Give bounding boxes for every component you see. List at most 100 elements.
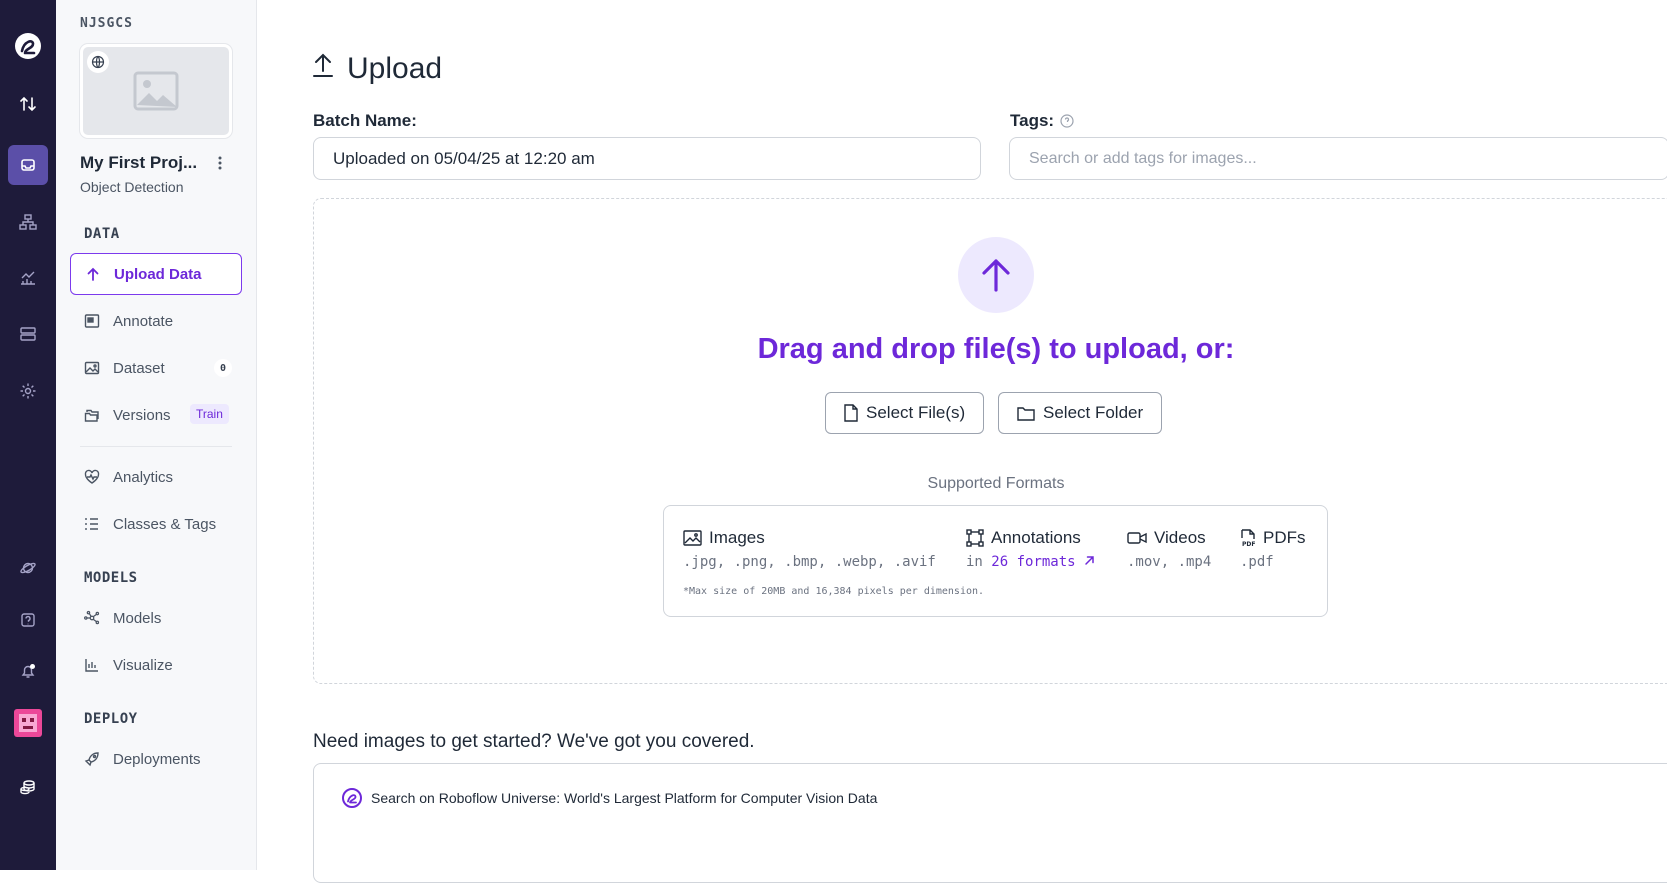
upload-arrow-icon [958, 237, 1034, 313]
nav-dataset[interactable]: Dataset 0 [70, 347, 242, 389]
format-annotations: Annotations in 26 formats [966, 528, 1095, 570]
select-folder-button[interactable]: Select Folder [998, 392, 1163, 434]
nodes-icon [84, 610, 100, 626]
project-thumbnail[interactable] [80, 44, 232, 138]
nav-label: Annotate [113, 312, 174, 330]
page-title: Upload [313, 52, 442, 86]
pdf-icon: PDF [1240, 529, 1256, 547]
page-title-text: Upload [347, 52, 443, 85]
logo-icon[interactable] [8, 26, 48, 66]
section-models: MODELS [84, 570, 138, 586]
nav-deployments[interactable]: Deployments [70, 738, 242, 780]
upload-icon [313, 52, 333, 86]
section-data: DATA [84, 226, 120, 242]
folders-icon [84, 407, 100, 423]
annotate-icon [84, 313, 100, 329]
nav-versions[interactable]: Versions Train [70, 394, 242, 436]
project-type: Object Detection [80, 179, 184, 195]
main-content: Upload Batch Name: Uploaded on 05/04/25 … [257, 0, 1667, 883]
file-icon [844, 404, 858, 422]
nav-annotate[interactable]: Annotate [70, 300, 242, 342]
external-link-icon[interactable] [1084, 554, 1095, 570]
nav-label: Models [113, 609, 162, 627]
batch-name-label: Batch Name: [313, 111, 417, 130]
arrow-up-icon [85, 266, 101, 282]
chart-icon[interactable] [8, 258, 48, 298]
train-badge[interactable]: Train [190, 404, 229, 424]
help-icon[interactable] [8, 600, 48, 640]
coins-icon[interactable] [8, 767, 48, 807]
server-icon[interactable] [8, 314, 48, 354]
tags-input[interactable]: Search or add tags for images... [1009, 137, 1667, 180]
section-deploy: DEPLOY [84, 711, 138, 727]
dataset-count-badge: 0 [214, 359, 232, 377]
nav-label: Classes & Tags [113, 515, 217, 533]
select-files-label: Select File(s) [866, 403, 966, 422]
videos-label: Videos [1154, 528, 1206, 547]
nav-classes-tags[interactable]: Classes & Tags [70, 503, 242, 545]
heart-pulse-icon [84, 469, 100, 485]
nav-models[interactable]: Models [70, 597, 242, 639]
sort-arrows-icon[interactable] [8, 84, 48, 124]
annotations-prefix: in [966, 554, 992, 570]
bar-chart-icon [84, 657, 100, 673]
nav-label: Deployments [113, 750, 201, 768]
inbox-icon[interactable] [8, 145, 48, 185]
image-placeholder-icon [133, 71, 179, 111]
format-images: Images .jpg, .png, .bmp, .webp, .avif [683, 528, 936, 570]
need-images-heading: Need images to get started? We've got yo… [313, 731, 755, 752]
drop-instructions: Drag and drop file(s) to upload, or: [757, 333, 1235, 365]
batch-name-input[interactable]: Uploaded on 05/04/25 at 12:20 am [313, 137, 981, 180]
formats-box: Images .jpg, .png, .bmp, .webp, .avif An… [663, 505, 1328, 617]
pdfs-ext: .pdf [1240, 554, 1274, 570]
tags-label-wrap: Tags: [1010, 111, 1074, 131]
workflow-icon[interactable] [8, 202, 48, 242]
info-icon[interactable] [1060, 114, 1074, 128]
max-size-note: *Max size of 20MB and 16,384 pixels per … [683, 586, 985, 597]
formats-link[interactable]: 26 formats [991, 554, 1075, 570]
list-icon [84, 516, 100, 532]
project-sidebar: NJSGCS My First Proj... Object Detection… [56, 0, 257, 870]
annotations-label: Annotations [991, 528, 1081, 547]
drop-zone[interactable]: Drag and drop file(s) to upload, or: Sel… [313, 198, 1667, 684]
workspace-name[interactable]: NJSGCS [80, 16, 133, 31]
images-ext: .jpg, .png, .bmp, .webp, .avif [683, 554, 936, 570]
bounding-box-icon [966, 529, 984, 547]
tags-label: Tags: [1010, 111, 1055, 130]
format-pdfs: PDF PDFs .pdf [1240, 528, 1306, 570]
format-videos: Videos .mov, .mp4 [1127, 528, 1211, 570]
image-icon [84, 360, 100, 376]
nav-label: Dataset [113, 359, 165, 377]
universe-search-card[interactable]: Search on Roboflow Universe: World's Lar… [313, 763, 1667, 883]
nav-label: Versions [113, 406, 171, 424]
annotations-ext: in 26 formats [966, 554, 1095, 570]
select-folder-label: Select Folder [1043, 403, 1144, 422]
avatar-icon[interactable] [8, 703, 48, 743]
nav-visualize[interactable]: Visualize [70, 644, 242, 686]
planet-icon[interactable] [8, 548, 48, 588]
globe-icon [87, 51, 109, 73]
videos-ext: .mov, .mp4 [1127, 554, 1212, 570]
pdfs-label: PDFs [1263, 528, 1306, 547]
images-label: Images [709, 528, 765, 547]
gear-icon[interactable] [8, 371, 48, 411]
bell-icon[interactable] [8, 651, 48, 691]
supported-formats-title: Supported Formats [927, 475, 1065, 492]
nav-label: Visualize [113, 656, 173, 674]
sidebar-divider [80, 446, 232, 447]
video-icon [1127, 531, 1147, 545]
rocket-icon [84, 751, 100, 767]
universe-search-text: Search on Roboflow Universe: World's Lar… [371, 790, 878, 806]
icon-rail [0, 0, 56, 870]
nav-label: Analytics [113, 468, 174, 486]
project-name[interactable]: My First Proj... [80, 153, 210, 173]
svg-text:PDF: PDF [1242, 541, 1255, 547]
nav-label: Upload Data [114, 265, 202, 283]
image-icon [683, 530, 702, 546]
select-files-button[interactable]: Select File(s) [825, 392, 985, 434]
nav-analytics[interactable]: Analytics [70, 456, 242, 498]
folder-icon [1017, 406, 1035, 421]
nav-upload-data[interactable]: Upload Data [70, 253, 242, 295]
roboflow-logo-icon [342, 788, 362, 808]
kebab-menu-icon[interactable] [212, 153, 228, 173]
